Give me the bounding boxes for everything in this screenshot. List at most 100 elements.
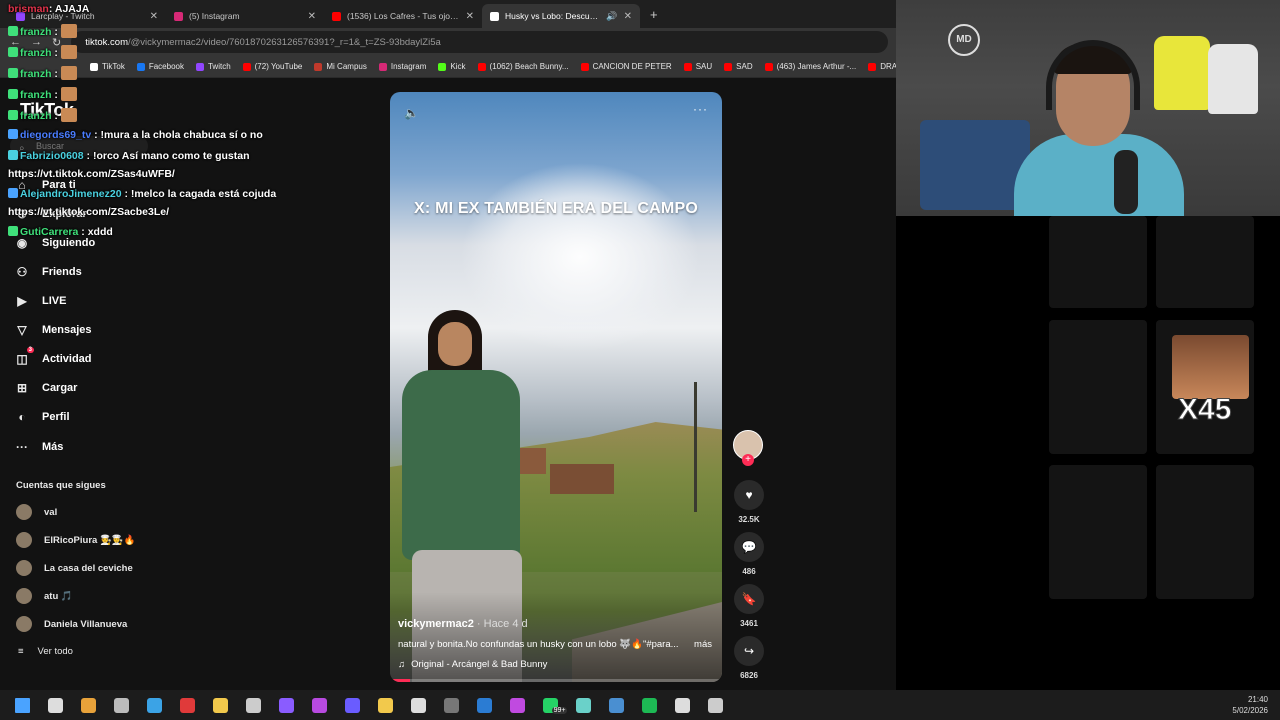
taskbar-purple-app-icon[interactable] (303, 690, 336, 720)
taskbar-spotify-icon[interactable] (633, 690, 666, 720)
comment-count: 486 (742, 567, 756, 576)
video-player[interactable]: X: MI EX TAMBIÉN ERA DEL CAMPO 🔈 ··· vic… (390, 92, 722, 682)
following-account[interactable]: Daniela Villanueva (16, 616, 127, 632)
browser-tab-active[interactable]: Husky vs Lobo: Descubre la 🔊 ✕ (482, 4, 640, 28)
chat-username: franzh (20, 47, 52, 59)
video-frame-house (550, 464, 614, 494)
microphone (1114, 150, 1138, 214)
taskbar-discord-like-icon[interactable] (270, 690, 303, 720)
sidebar-item-perfil[interactable]: ◐ Perfil (14, 406, 174, 428)
taskbar-word-icon[interactable] (468, 690, 501, 720)
taskbar-messenger-icon[interactable] (336, 690, 369, 720)
sidebar-item-cargar[interactable]: ⊞ Cargar (14, 377, 174, 399)
taskbar-chrome-icon[interactable] (369, 690, 402, 720)
like-heart-icon[interactable]: ♥ (734, 480, 764, 510)
bookmark-item[interactable]: Kick (438, 62, 466, 71)
following-account[interactable]: ElRicoPiura 🧑‍🍳👨‍🍳🔥 (16, 532, 135, 548)
taskbar-purple-app-2-icon[interactable] (501, 690, 534, 720)
account-name: val (44, 506, 58, 518)
taskbar-chevron-icon[interactable] (237, 690, 270, 720)
chat-emote-icon (60, 87, 77, 101)
video-author[interactable]: vickymermac2 · Hace 4 d (398, 618, 528, 630)
sidebar-item-mensajes[interactable]: ▽ Mensajes (14, 319, 174, 341)
more-link[interactable]: más (694, 639, 712, 650)
new-tab-button[interactable]: + (640, 4, 668, 28)
chat-username: brisman (8, 3, 49, 15)
emote-combo-count: X45 (1177, 393, 1232, 427)
following-account[interactable]: atu 🎵 (16, 588, 73, 604)
nav-label: Más (42, 441, 64, 453)
share-arrow-icon[interactable]: ↪ (734, 636, 764, 666)
purple-app-2-icon (510, 697, 525, 713)
taskbar-cat-icon[interactable] (105, 690, 138, 720)
taskbar-folder-icon[interactable] (204, 690, 237, 720)
bookmark-label: Instagram (390, 62, 427, 71)
see-all-link[interactable]: ≡ Ver todo (18, 646, 73, 657)
bookmark-item[interactable]: (463) James Arthur -... (764, 62, 856, 71)
bookmark-favicon-icon (438, 62, 447, 71)
search-icon (48, 697, 63, 713)
sidebar-item-actividad[interactable]: ◫ 3 Actividad (14, 347, 174, 370)
nav-icon: ⊞ (16, 381, 28, 395)
music-note-icon: ♫ (398, 659, 406, 670)
bookmark-favicon-icon (477, 62, 486, 71)
chat-message: Fabrizio0608 : !orco Así mano como te gu… (8, 150, 250, 162)
chat-text: : (51, 47, 58, 59)
taskbar-app-clock-icon[interactable] (666, 690, 699, 720)
taskbar-steam-icon[interactable] (600, 690, 633, 720)
chat-message: https://vt.tiktok.com/ZSas4uWFB/ (8, 168, 175, 180)
app-shield-icon (708, 697, 723, 713)
taskbar-obs-icon[interactable] (402, 690, 435, 720)
close-tab-icon[interactable]: ✕ (466, 11, 474, 22)
taskbar-calculator-icon[interactable] (435, 690, 468, 720)
chat-text: : !melco la cagada está cojuda (121, 188, 277, 200)
bookmark-item[interactable]: DRA (868, 62, 896, 71)
share-count: 6826 (740, 671, 758, 680)
sidebar-item-friends[interactable]: ⚇ Friends (14, 261, 174, 283)
close-tab-icon[interactable]: ✕ (624, 11, 632, 22)
word-icon (477, 697, 492, 713)
follow-plus-icon[interactable]: + (742, 454, 754, 466)
taskbar-edge-icon[interactable] (138, 690, 171, 720)
sidebar-item-más[interactable]: ··· Más (14, 436, 174, 458)
more-options-icon[interactable]: ··· (693, 102, 708, 116)
video-progress-bar[interactable] (390, 679, 722, 682)
see-all-label: Ver todo (37, 646, 73, 657)
taskbar-windows-start-icon[interactable] (6, 690, 39, 720)
avatar (16, 504, 32, 520)
taskbar-whatsapp-icon[interactable]: 99+ (534, 690, 568, 720)
bookmark-item[interactable]: CANCION DE PETER (580, 62, 672, 71)
video-progress-fill (390, 679, 410, 682)
bookmark-item[interactable]: (1062) Beach Bunny... (477, 62, 569, 71)
bookmark-icon[interactable]: 🔖 (734, 584, 764, 614)
windows-start-icon (15, 697, 30, 713)
nav-icon: ▽ (17, 323, 27, 337)
speaker-icon[interactable]: 🔊 (606, 11, 617, 22)
bookmark-favicon-icon (683, 62, 692, 71)
video-username[interactable]: vickymermac2 (398, 618, 474, 630)
nav-icon: ◐ (18, 410, 26, 424)
chat-text: : xddd (78, 226, 113, 238)
bookmark-label: CANCION DE PETER (592, 62, 672, 71)
webcam-feed: MD (896, 0, 1280, 216)
taskbar-app-teal-icon[interactable] (567, 690, 600, 720)
stream-chat-overlay: brisman: AJAJA franzh : franzh : franzh : fr… (0, 0, 390, 245)
taskbar-app-shield-icon[interactable] (699, 690, 732, 720)
chat-text: : (51, 68, 58, 80)
taskbar-store-icon[interactable] (72, 690, 105, 720)
account-name: atu 🎵 (44, 590, 73, 602)
bookmark-favicon-icon (764, 62, 773, 71)
avatar (16, 616, 32, 632)
comment-icon[interactable]: 💬 (734, 532, 764, 562)
sidebar-item-live[interactable]: ▶ LIVE (14, 290, 174, 312)
bookmark-item[interactable]: SAD (724, 62, 753, 71)
chat-message: GutiCarrera : xddd (8, 226, 113, 238)
taskbar-app-red-icon[interactable] (171, 690, 204, 720)
video-music[interactable]: ♫ Original - Arcángel & Bad Bunny (398, 659, 547, 670)
taskbar-search-icon[interactable] (39, 690, 72, 720)
bookmark-item[interactable]: SAU (683, 62, 712, 71)
following-account[interactable]: val (16, 504, 57, 520)
volume-icon[interactable]: 🔈 (404, 106, 419, 120)
following-account[interactable]: La casa del ceviche (16, 560, 133, 576)
system-clock[interactable]: 21:40 5/02/2026 (1232, 694, 1268, 716)
